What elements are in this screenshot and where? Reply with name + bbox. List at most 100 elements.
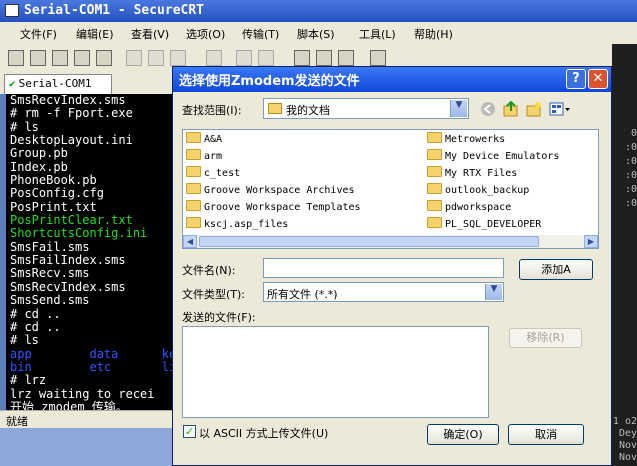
terminal-line: Group.pb <box>10 146 68 161</box>
list-item[interactable]: kscj.asp_files <box>186 217 288 233</box>
list-item[interactable]: outlook_backup <box>427 183 529 199</box>
list-item-label: arm <box>204 151 223 162</box>
file-list-scrollbar[interactable]: ◀ ▶ <box>183 235 598 248</box>
list-item[interactable]: A&A <box>186 132 222 148</box>
terminal-line: app data ke <box>10 346 174 361</box>
terminal-line: PosPrint.txt <box>10 199 97 214</box>
folder-icon <box>186 183 201 194</box>
status-text: 就绪 <box>6 415 28 428</box>
sent-files-list[interactable] <box>182 326 489 418</box>
list-item-label: Groove Workspace Archives <box>204 185 355 196</box>
app-icon <box>5 4 19 17</box>
back-icon[interactable] <box>480 101 496 117</box>
desktop-background <box>0 428 174 466</box>
terminal-line: SmsSend.sms <box>10 293 90 308</box>
menu-view[interactable]: 查看(V) <box>131 26 169 42</box>
menu-file[interactable]: 文件(F) <box>20 26 57 42</box>
terminal-line: 开始 zmodem 传输。 <box>10 399 128 410</box>
list-item-label: Groove Workspace Templates <box>204 202 361 213</box>
dialog-title: 选择使用Zmodem发送的文件 <box>179 74 360 89</box>
disconnect-icon[interactable] <box>96 50 112 66</box>
list-item-label: Metrowerks <box>445 134 506 145</box>
background-text: Nov <box>618 452 637 463</box>
background-text: Dey <box>618 428 637 439</box>
find-icon[interactable] <box>170 50 186 66</box>
cancel-button[interactable]: 取消 <box>508 424 584 445</box>
folder-icon <box>186 200 201 211</box>
menu-help[interactable]: 帮助(H) <box>414 26 453 42</box>
lookin-combo[interactable]: 我的文档 ▼ <box>263 98 469 119</box>
tab-label: Serial-COM1 <box>18 77 92 90</box>
filename-input[interactable] <box>263 258 504 278</box>
menu-transfer[interactable]: 传输(T) <box>242 26 279 42</box>
terminal-line: SmsRecvIndex.sms <box>10 94 126 107</box>
tab-serial-com1[interactable]: ✔ Serial-COM1 <box>4 74 112 94</box>
terminal-line: # ls <box>10 119 39 134</box>
list-item[interactable]: c_test <box>186 166 240 182</box>
ok-button[interactable]: 确定(O) <box>427 424 499 445</box>
connect-tab-icon[interactable] <box>52 50 68 66</box>
lookin-label: 查找范围(I): <box>182 104 242 117</box>
background-text: :0 <box>624 156 637 167</box>
list-item[interactable]: My RTX Files <box>427 166 517 182</box>
main-title-bar[interactable]: Serial-COM1 - SecureCRT <box>0 0 637 22</box>
terminal-line: SmsRecvIndex.sms <box>10 279 126 294</box>
dialog-title-bar[interactable]: 选择使用Zmodem发送的文件 ? ✕ <box>173 67 611 92</box>
key-icon[interactable] <box>338 50 354 66</box>
list-item[interactable]: Groove Workspace Archives <box>186 183 355 199</box>
terminal-line: # cd .. <box>10 306 61 321</box>
list-item[interactable]: pdworkspace <box>427 200 511 216</box>
reconnect-icon[interactable] <box>74 50 90 66</box>
scroll-thumb[interactable] <box>199 236 539 247</box>
scroll-right-icon[interactable]: ▶ <box>584 235 598 248</box>
ascii-checkbox[interactable]: ✓ <box>183 425 196 438</box>
connected-check-icon: ✔ <box>9 77 16 90</box>
keymap-icon[interactable] <box>316 50 332 66</box>
terminal-line: lrz waiting to recei <box>10 386 155 401</box>
global-options-icon[interactable] <box>258 50 274 66</box>
list-item[interactable]: PL_SQL_DEVELOPER <box>427 217 541 233</box>
dialog-help-button[interactable]: ? <box>566 69 586 89</box>
file-list[interactable]: A&A arm c_test Groove Workspace Archives… <box>182 129 599 249</box>
ascii-label: 以 ASCII 方式上传文件(U) <box>199 427 329 440</box>
filename-label: 文件名(N): <box>182 264 236 277</box>
filetype-label: 文件类型(T): <box>182 288 246 301</box>
chevron-down-icon[interactable]: ▼ <box>485 284 502 300</box>
background-text: :0 <box>624 170 637 181</box>
list-item[interactable]: Metrowerks <box>427 132 505 148</box>
list-item[interactable]: Groove Workspace Templates <box>186 200 361 216</box>
session-options-icon[interactable] <box>236 50 252 66</box>
connect-icon[interactable] <box>8 50 24 66</box>
terminal-line: ShortcutsConfig.ini <box>10 226 148 241</box>
view-menu-icon[interactable] <box>549 101 571 117</box>
quick-connect-icon[interactable] <box>30 50 46 66</box>
paste-icon[interactable] <box>148 50 164 66</box>
terminal-line: Index.pb <box>10 159 68 174</box>
chevron-down-icon[interactable]: ▼ <box>450 100 467 117</box>
list-item-label: c_test <box>204 168 241 179</box>
print-icon[interactable] <box>206 50 222 66</box>
sftp-icon[interactable] <box>294 50 310 66</box>
list-item-label: PL_SQL_DEVELOPER <box>445 219 542 230</box>
main-title-text: Serial-COM1 - SecureCRT <box>24 3 205 18</box>
list-item[interactable]: arm <box>186 149 222 165</box>
remove-button[interactable]: 移除(R) <box>509 328 582 348</box>
dialog-close-button[interactable]: ✕ <box>588 69 608 89</box>
terminal-line: DesktopLayout.ini <box>10 133 133 148</box>
menu-tools[interactable]: 工具(L) <box>359 26 396 42</box>
help-icon[interactable] <box>370 50 386 66</box>
copy-icon[interactable] <box>126 50 142 66</box>
folder-icon <box>186 132 201 143</box>
up-folder-icon[interactable] <box>503 101 519 117</box>
filetype-combo[interactable]: 所有文件 (*.*) ▼ <box>263 282 504 302</box>
background-text: :0 <box>624 198 637 209</box>
menu-edit[interactable]: 编辑(E) <box>76 26 114 42</box>
scroll-left-icon[interactable]: ◀ <box>183 235 197 248</box>
list-item[interactable]: My Device Emulators <box>427 149 559 165</box>
terminal-output[interactable]: SmsRecvIndex.sms # rm -f Fport.exe # ls Des… <box>6 94 174 410</box>
new-folder-icon[interactable] <box>526 101 542 117</box>
add-button[interactable]: 添加A <box>519 259 593 280</box>
folder-icon <box>186 166 201 177</box>
menu-script[interactable]: 脚本(S) <box>297 26 335 42</box>
menu-options[interactable]: 选项(O) <box>186 26 225 42</box>
